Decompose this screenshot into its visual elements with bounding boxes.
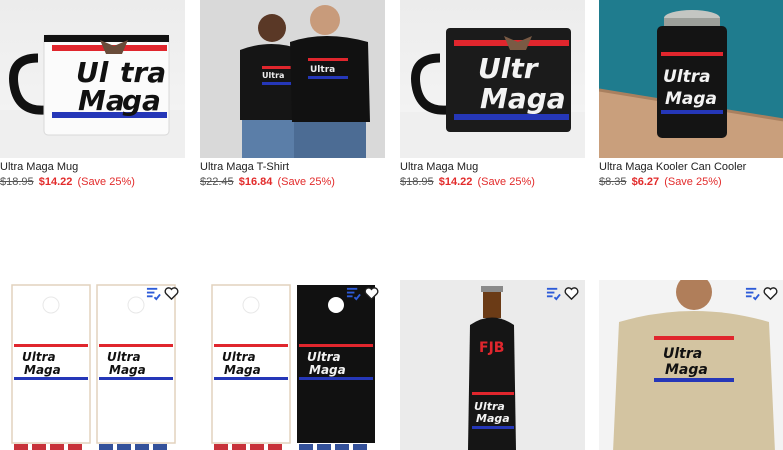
savings-label: (Save 25%) — [664, 176, 722, 188]
heart-icon[interactable] — [564, 286, 579, 301]
product-card[interactable]: Ultr Maga Ultra Maga Mug $18.95 $14.22 (… — [400, 0, 585, 189]
svg-text:Maga: Maga — [309, 363, 346, 377]
heart-icon[interactable] — [763, 286, 778, 301]
sale-price: $14.22 — [438, 176, 473, 188]
svg-text:Maga: Maga — [109, 363, 146, 377]
monogram-text: FJB — [479, 340, 504, 356]
original-price: $18.95 — [400, 176, 434, 188]
cornhole-image: Ultra Maga Ultra Maga — [11, 284, 176, 450]
svg-text:Ultr: Ultr — [478, 52, 540, 85]
product-card[interactable]: Ultra Maga Ultra Maga Kooler Can Cooler … — [599, 0, 783, 189]
original-price: $8.35 — [599, 176, 627, 188]
product-card[interactable]: Ultra Maga — [599, 280, 783, 450]
cornhole-image: Ultra Maga Ultra Maga — [211, 284, 375, 450]
svg-text:Ultra: Ultra — [262, 71, 284, 80]
savings-label: (Save 25%) — [477, 176, 535, 188]
svg-text:Maga: Maga — [24, 363, 61, 377]
svg-text:Ultra: Ultra — [663, 67, 711, 87]
original-price: $18.95 — [0, 176, 34, 188]
compare-icon[interactable] — [745, 286, 760, 301]
product-card[interactable]: Ultra Ultra Ultra Maga T-Shirt $22.45 $1… — [200, 0, 385, 189]
card-actions — [146, 286, 179, 301]
product-price: $18.95 $14.22 (Save 25%) — [400, 175, 585, 189]
card-actions — [745, 286, 778, 301]
card-actions — [546, 286, 579, 301]
product-image[interactable]: Ultr Maga — [400, 0, 585, 158]
savings-label: (Save 25%) — [277, 176, 335, 188]
product-card[interactable]: Ultra Maga Ultra Maga — [0, 280, 185, 450]
product-price: $22.45 $16.84 (Save 25%) — [200, 175, 385, 189]
svg-text:Maga: Maga — [665, 89, 717, 109]
product-image[interactable]: Ultra Maga Ultra Maga — [200, 280, 385, 450]
product-card[interactable]: Ul Ma tra ga Ultra Maga Mug $18.95 $14.2… — [0, 0, 185, 189]
product-title[interactable]: Ultra Maga T-Shirt — [200, 160, 385, 174]
heart-icon[interactable] — [364, 286, 379, 301]
product-image[interactable]: Ultra Maga — [599, 0, 783, 158]
svg-text:Maga: Maga — [665, 362, 708, 378]
svg-text:Ultra: Ultra — [222, 350, 256, 364]
svg-text:Ultra: Ultra — [22, 350, 56, 364]
bottle-cooler-image: FJB Ultra Maga — [400, 280, 585, 450]
mug-image: Ultr Maga — [400, 28, 585, 158]
can-cooler-image: Ultra Maga — [599, 0, 783, 158]
svg-text:Ma: Ma — [78, 84, 125, 117]
heart-icon[interactable] — [164, 286, 179, 301]
product-image[interactable]: Ultra Maga Ultra Maga — [0, 280, 185, 450]
product-card[interactable]: Ultra Maga Ultra Maga — [200, 280, 385, 450]
compare-icon[interactable] — [546, 286, 561, 301]
svg-text:Maga: Maga — [480, 82, 566, 115]
card-actions — [346, 286, 379, 301]
product-image[interactable]: Ultra Maga — [599, 280, 783, 450]
product-card[interactable]: FJB Ultra Maga — [400, 280, 585, 450]
compare-icon[interactable] — [146, 286, 161, 301]
product-title[interactable]: Ultra Maga Mug — [0, 160, 185, 174]
sale-price: $14.22 — [38, 176, 73, 188]
svg-text:Ultra: Ultra — [307, 350, 341, 364]
svg-text:Ultra: Ultra — [310, 65, 335, 75]
product-image[interactable]: FJB Ultra Maga — [400, 280, 585, 450]
svg-text:Maga: Maga — [476, 412, 510, 425]
mug-image: Ul Ma tra ga — [0, 34, 185, 158]
product-image[interactable]: Ul Ma tra ga — [0, 0, 185, 158]
product-title[interactable]: Ultra Maga Mug — [400, 160, 585, 174]
original-price: $22.45 — [200, 176, 234, 188]
sale-price: $16.84 — [238, 176, 273, 188]
svg-text:Ultra: Ultra — [107, 350, 141, 364]
product-price: $8.35 $6.27 (Save 25%) — [599, 175, 783, 189]
svg-text:Ultra: Ultra — [663, 346, 702, 362]
savings-label: (Save 25%) — [77, 176, 135, 188]
svg-text:Maga: Maga — [224, 363, 261, 377]
product-title[interactable]: Ultra Maga Kooler Can Cooler — [599, 160, 783, 174]
tshirt-back-image: Ultra Maga — [599, 280, 783, 450]
tshirt-image: Ultra Ultra — [200, 0, 385, 158]
svg-text:ga: ga — [122, 84, 161, 117]
product-image[interactable]: Ultra Ultra — [200, 0, 385, 158]
product-price: $18.95 $14.22 (Save 25%) — [0, 175, 185, 189]
compare-icon[interactable] — [346, 286, 361, 301]
sale-price: $6.27 — [631, 176, 660, 188]
